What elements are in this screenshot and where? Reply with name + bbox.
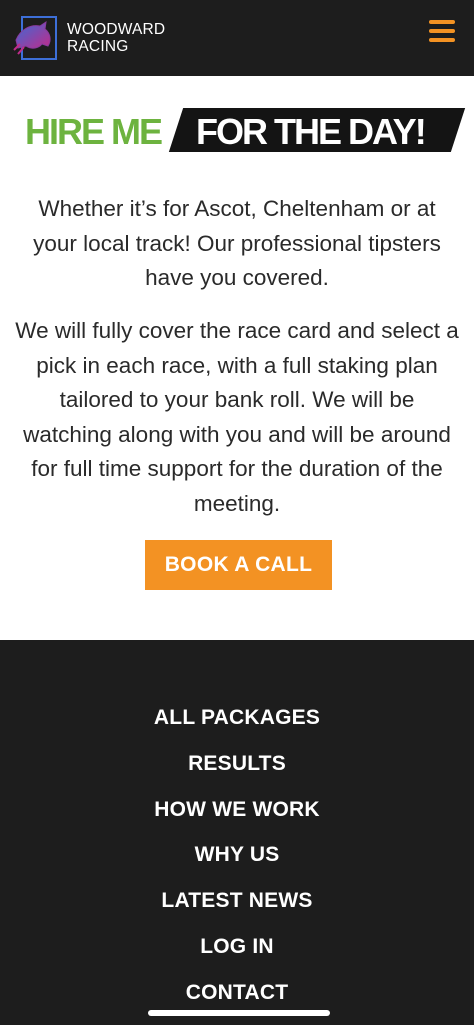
hero-headline: HIRE ME FOR THE DAY! bbox=[0, 108, 474, 156]
book-a-call-button[interactable]: BOOK A CALL bbox=[145, 540, 332, 590]
detail-line: watching along with you and will be arou… bbox=[23, 421, 451, 447]
intro-line: your local track! Our professional tipst… bbox=[33, 230, 441, 256]
headline-black: FOR THE DAY! bbox=[196, 111, 427, 152]
footer-link-results[interactable]: RESULTS bbox=[0, 749, 474, 779]
detail-line: tailored to your bank roll. We will be bbox=[59, 387, 415, 412]
footer-link-all-packages[interactable]: ALL PACKAGES bbox=[0, 703, 474, 733]
detail-line: pick in each race, with a full staking p… bbox=[36, 352, 438, 378]
footer-link-log-in[interactable]: LOG IN bbox=[0, 932, 474, 962]
footer-nav bbox=[0, 640, 474, 1025]
hamburger-menu-icon[interactable] bbox=[428, 19, 458, 45]
footer-link-why-us[interactable]: WHY US bbox=[0, 840, 474, 870]
home-indicator-bar[interactable] bbox=[148, 1010, 330, 1016]
horse-head-logo-icon[interactable] bbox=[12, 14, 60, 62]
brand-line-1: WOODWARD bbox=[67, 21, 166, 38]
intro-paragraph: Whether it’s for Ascot, Cheltenham or at… bbox=[0, 192, 474, 296]
intro-line: Whether it’s for Ascot, Cheltenham or at bbox=[38, 196, 436, 221]
detail-line: We will fully cover the race card and se… bbox=[15, 318, 459, 343]
footer-link-how-we-work[interactable]: HOW WE WORK bbox=[0, 795, 474, 825]
detail-paragraph: We will fully cover the race card and se… bbox=[0, 314, 474, 521]
footer-link-contact[interactable]: CONTACT bbox=[0, 978, 474, 1008]
detail-line: for full time support for the duration o… bbox=[31, 456, 443, 481]
site-header: WOODWARD RACING bbox=[0, 0, 474, 76]
footer-link-latest-news[interactable]: LATEST NEWS bbox=[0, 886, 474, 916]
intro-line: have you covered. bbox=[145, 265, 329, 290]
detail-line: meeting. bbox=[193, 490, 281, 516]
brand-line-2: RACING bbox=[67, 38, 129, 55]
brand-name[interactable]: WOODWARD RACING bbox=[67, 21, 165, 55]
headline-green: HIRE ME bbox=[25, 111, 163, 152]
